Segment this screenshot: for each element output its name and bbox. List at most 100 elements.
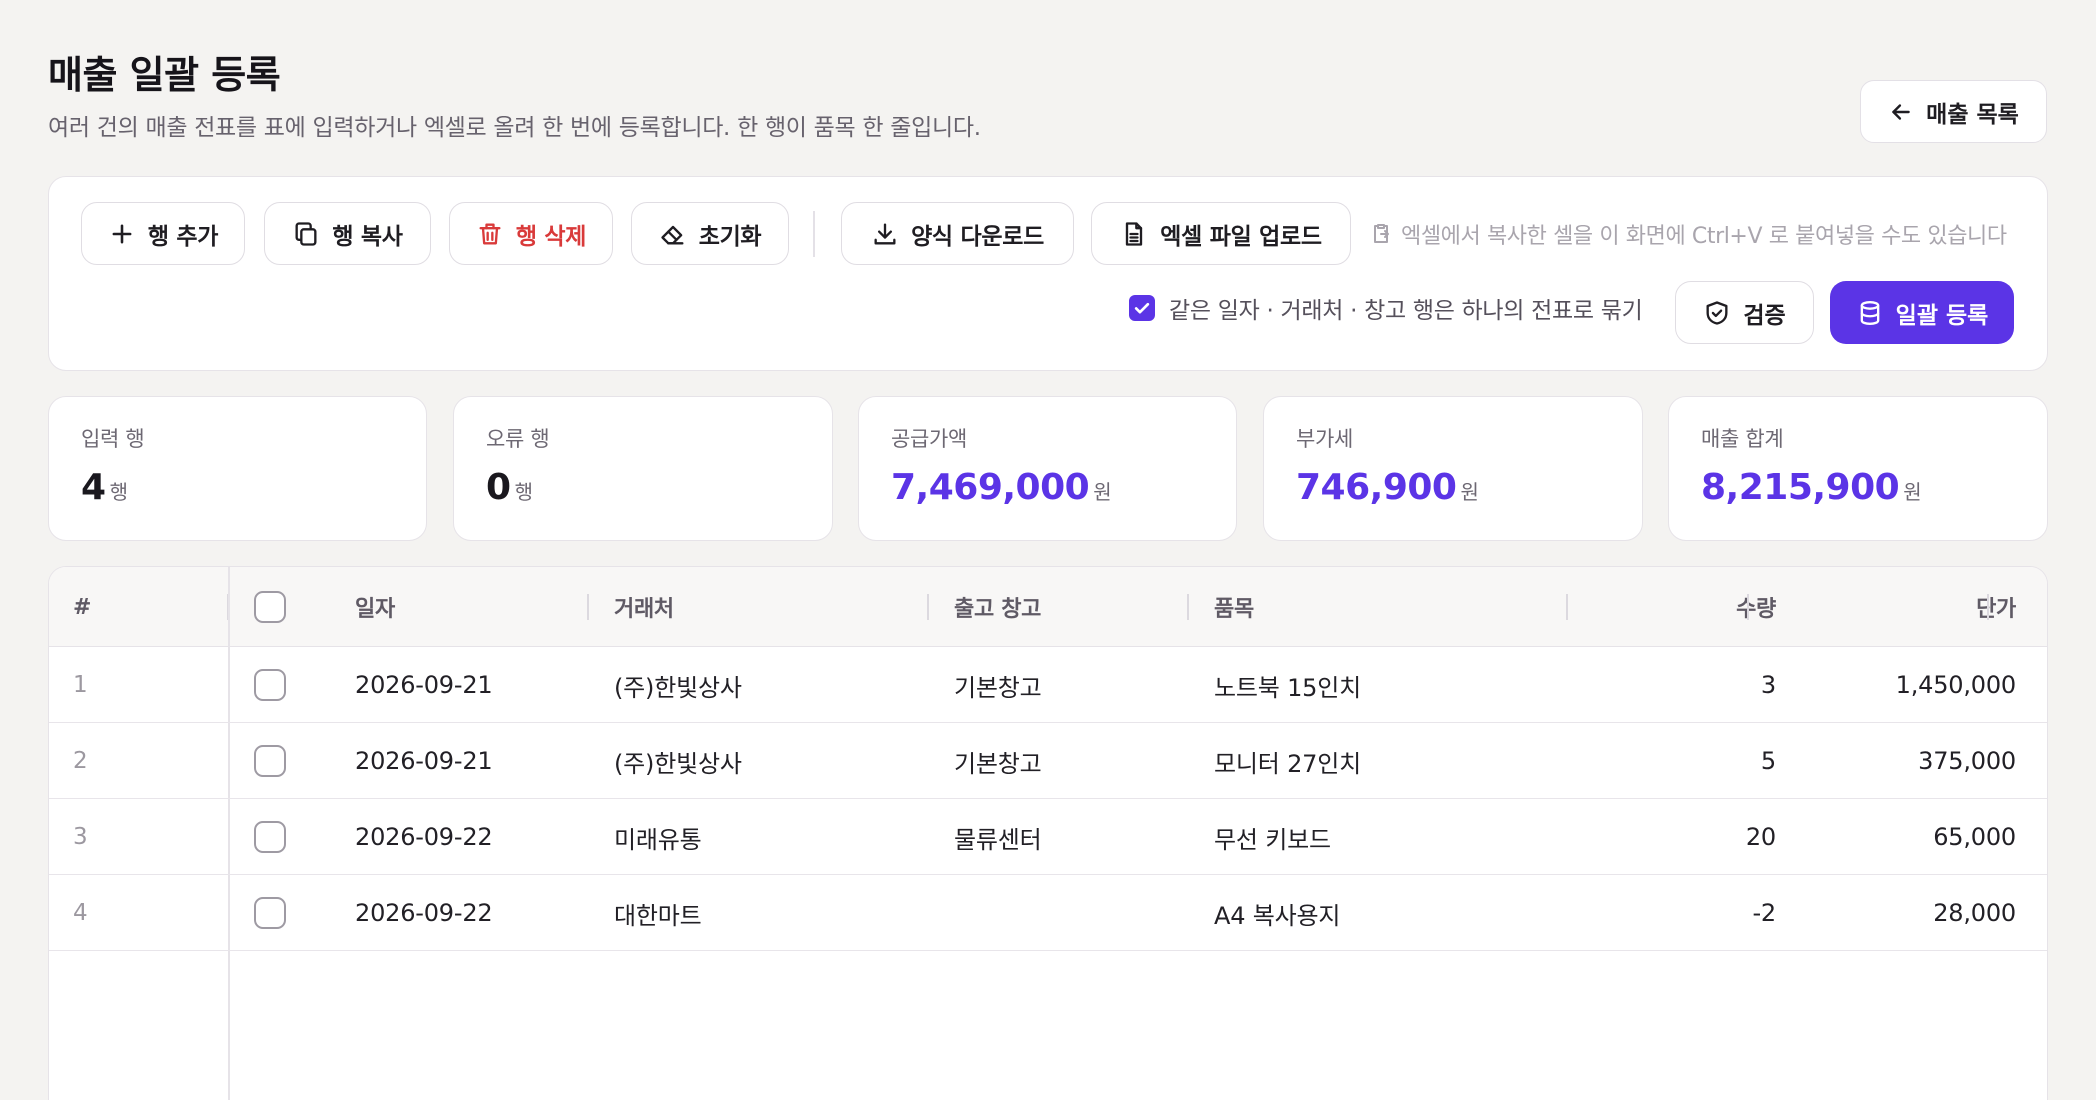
group-voucher-checkbox[interactable] (1129, 295, 1155, 321)
page-title: 매출 일괄 등록 (48, 53, 281, 97)
bulk-submit-label: 일괄 등록 (1895, 302, 1989, 329)
column-header-price[interactable]: 단가 (1769, 567, 2016, 647)
cell-customer[interactable]: 대한마트 (614, 875, 702, 951)
add-row-label: 행 추가 (147, 223, 219, 250)
cell-qty[interactable]: 3 (1579, 647, 1776, 723)
plus-icon (112, 224, 132, 243)
toolbar-divider (813, 211, 815, 257)
stat-label: 입력 행 (81, 427, 145, 451)
paste-hint: 엑셀에서 복사한 셀을 이 화면에 Ctrl+V 로 붙여넣을 수도 있습니다 (1369, 217, 2034, 251)
stat-card-supply-amount: 공급가액 7,469,000 원 (858, 396, 1237, 541)
row-number: 2 (73, 748, 88, 774)
delete-row-label: 행 삭제 (515, 223, 587, 250)
validate-label: 검증 (1743, 302, 1786, 329)
group-voucher-option[interactable]: 같은 일자 · 거래처 · 창고 행은 하나의 전표로 묶기 (1129, 288, 1643, 328)
page-subtitle: 여러 건의 매출 전표를 표에 입력하거나 엑셀로 올려 한 번에 등록합니다.… (48, 115, 981, 141)
download-icon (874, 223, 896, 244)
column-header-warehouse[interactable]: 출고 창고 (954, 567, 1041, 647)
stat-label: 부가세 (1296, 427, 1354, 451)
column-header-num: # (73, 594, 92, 620)
stat-value: 0 (486, 467, 511, 508)
delete-row-button[interactable]: 행 삭제 (449, 202, 613, 265)
cell-item[interactable]: 무선 키보드 (1214, 799, 1331, 875)
clipboard-paste-icon (1374, 224, 1389, 243)
cell-item[interactable]: 노트북 15인치 (1214, 647, 1361, 723)
cell-date[interactable]: 2026-09-22 (355, 875, 493, 951)
upload-excel-label: 엑셀 파일 업로드 (1160, 223, 1322, 250)
cell-customer[interactable]: (주)한빛상사 (614, 647, 742, 723)
row-select-cell (254, 723, 286, 799)
copy-row-label: 행 복사 (332, 223, 403, 250)
cell-price[interactable]: 1,450,000 (1769, 647, 2017, 723)
stat-unit: 행 (109, 480, 128, 504)
cell-date[interactable]: 2026-09-21 (355, 647, 493, 723)
column-divider[interactable] (587, 594, 589, 620)
table-header: # 일자 거래처 출고 창고 품목 수량 단가 (49, 567, 2047, 647)
cell-qty[interactable]: 20 (1579, 799, 1776, 875)
table-row[interactable]: 4 2026-09-22 대한마트 A4 복사용지 -2 28,000 (49, 875, 2047, 951)
toolbar-card: 행 추가 행 복사 행 삭제 초기화 양식 다운로드 엑셀 파일 업로드 엑셀에… (48, 176, 2048, 371)
reset-label: 초기화 (698, 223, 762, 250)
stat-card-error-rows: 오류 행 0 행 (453, 396, 833, 541)
row-checkbox[interactable] (254, 745, 286, 777)
back-button-label: 매출 목록 (1926, 101, 2019, 128)
stat-unit: 행 (514, 480, 533, 504)
stat-card-total: 매출 합계 8,215,900 원 (1668, 396, 2048, 541)
stat-label: 공급가액 (891, 427, 968, 451)
group-voucher-label: 같은 일자 · 거래처 · 창고 행은 하나의 전표로 묶기 (1169, 298, 1643, 324)
row-checkbox[interactable] (254, 821, 286, 853)
select-all-checkbox[interactable] (254, 591, 286, 623)
cell-customer[interactable]: (주)한빛상사 (614, 723, 742, 799)
column-header-item[interactable]: 품목 (1214, 567, 1254, 647)
table-row[interactable]: 3 2026-09-22 미래유통 물류센터 무선 키보드 20 65,000 (49, 799, 2047, 875)
cell-price[interactable]: 375,000 (1769, 723, 2016, 799)
column-divider[interactable] (1187, 594, 1189, 620)
column-divider[interactable] (1747, 594, 1749, 620)
column-divider[interactable] (1987, 594, 1989, 620)
row-number: 3 (73, 824, 88, 850)
row-number: 1 (73, 672, 88, 698)
column-header-date[interactable]: 일자 (355, 567, 395, 647)
cell-qty[interactable]: 5 (1579, 723, 1776, 799)
cell-warehouse[interactable]: 기본창고 (954, 723, 1042, 799)
validate-button[interactable]: 검증 (1675, 281, 1814, 344)
column-divider[interactable] (1566, 594, 1568, 620)
cell-item[interactable]: 모니터 27인치 (1214, 723, 1361, 799)
cell-warehouse[interactable]: 물류센터 (954, 799, 1042, 875)
cell-item[interactable]: A4 복사용지 (1214, 875, 1340, 951)
cell-qty[interactable]: -2 (1579, 875, 1776, 951)
stat-unit: 원 (1903, 480, 1922, 504)
bulk-submit-button[interactable]: 일괄 등록 (1830, 281, 2014, 344)
cell-price[interactable]: 65,000 (1769, 799, 2016, 875)
stat-value: 746,900 (1296, 467, 1457, 508)
stat-unit: 원 (1460, 480, 1479, 504)
stat-card-input-rows: 입력 행 4 행 (48, 396, 427, 541)
copy-row-button[interactable]: 행 복사 (264, 202, 431, 265)
row-select-cell (254, 799, 286, 875)
stat-label: 오류 행 (486, 427, 550, 451)
download-template-label: 양식 다운로드 (911, 223, 1044, 250)
download-template-button[interactable]: 양식 다운로드 (841, 202, 1074, 265)
sales-entry-table: # 일자 거래처 출고 창고 품목 수량 단가 1 2026-09-21 (주)… (48, 566, 2048, 1100)
cell-price[interactable]: 28,000 (1769, 875, 2016, 951)
cell-date[interactable]: 2026-09-21 (355, 723, 493, 799)
table-row[interactable]: 2 2026-09-21 (주)한빛상사 기본창고 모니터 27인치 5 375… (49, 723, 2047, 799)
check-icon (1134, 302, 1150, 314)
column-divider[interactable] (927, 594, 929, 620)
stat-label: 매출 합계 (1701, 427, 1784, 451)
column-header-customer[interactable]: 거래처 (614, 567, 674, 647)
cell-customer[interactable]: 미래유통 (614, 799, 702, 875)
trash-icon (479, 223, 501, 244)
back-to-list-button[interactable]: 매출 목록 (1860, 80, 2047, 143)
reset-button[interactable]: 초기화 (631, 202, 789, 265)
row-checkbox[interactable] (254, 897, 286, 929)
stat-value: 4 (81, 467, 106, 508)
upload-excel-button[interactable]: 엑셀 파일 업로드 (1091, 202, 1351, 265)
row-checkbox[interactable] (254, 669, 286, 701)
cell-warehouse[interactable]: 기본창고 (954, 647, 1042, 723)
stat-card-vat: 부가세 746,900 원 (1263, 396, 1643, 541)
add-row-button[interactable]: 행 추가 (81, 202, 245, 265)
cell-date[interactable]: 2026-09-22 (355, 799, 493, 875)
arrow-left-icon (1892, 103, 1910, 120)
table-row[interactable]: 1 2026-09-21 (주)한빛상사 기본창고 노트북 15인치 3 1,4… (49, 647, 2047, 723)
